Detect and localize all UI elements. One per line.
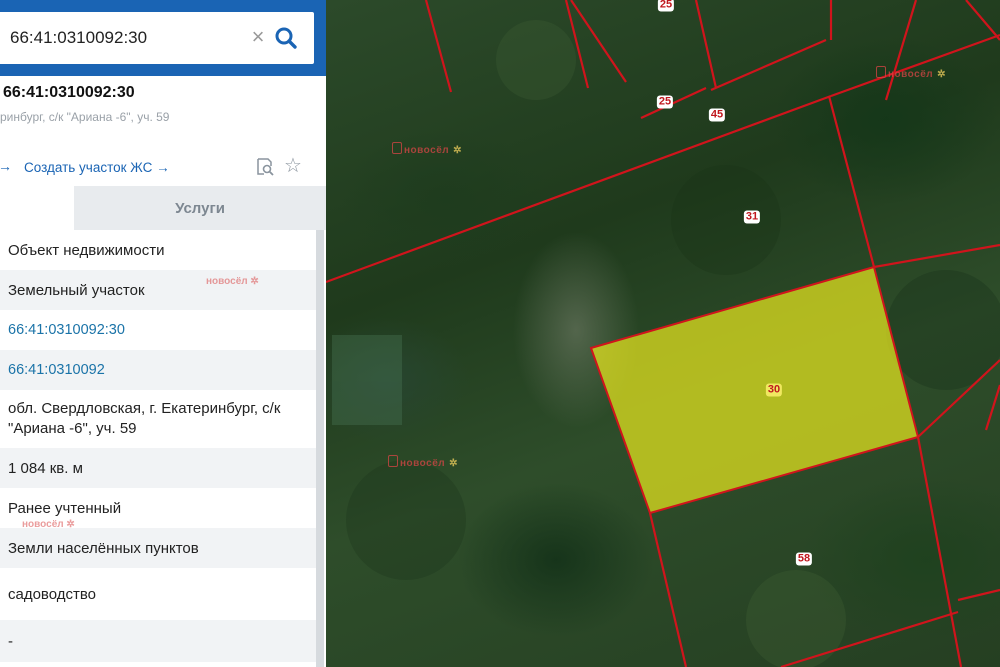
favorite-star-icon[interactable]: ☆ — [284, 155, 302, 177]
scrollbar-thumb[interactable] — [316, 230, 324, 667]
row-land-category: Земли населённых пунктов — [0, 528, 316, 568]
parcel-label: 31 — [743, 210, 761, 224]
search-icon[interactable] — [272, 24, 300, 52]
watermark-logo: новосёл ✲ — [392, 142, 462, 156]
property-list: Объект недвижимости Земельный участок 66… — [0, 230, 316, 662]
scrollbar[interactable] — [316, 230, 324, 667]
object-address: ринбург, с/к "Ариана -6", уч. 59 — [0, 110, 170, 124]
row-cadastral-number[interactable]: 66:41:0310092:30 — [0, 310, 316, 350]
map-view[interactable]: 25 25 45 31 30 58 новосёл ✲ новосёл ✲ ново… — [326, 0, 1000, 667]
parcel-label: 58 — [795, 552, 813, 566]
row-area: 1 084 кв. м — [0, 448, 316, 488]
parcel-label: 25 — [657, 0, 675, 12]
arrow-right-icon[interactable]: → — [0, 158, 12, 174]
info-panel: × ❮ 66:41:0310092:30 ринбург, с/к "Ариан… — [0, 0, 326, 667]
tab-services[interactable]: Услуги — [74, 186, 326, 230]
search-bar: × ❮ — [0, 0, 326, 76]
search-box: × — [0, 12, 314, 64]
row-object-type: Объект недвижимости — [8, 241, 165, 259]
parcel-label: 45 — [708, 108, 726, 122]
row-address: обл. Свердловская, г. Екатеринбург, с/к … — [8, 400, 281, 437]
selected-parcel-label: 30 — [765, 383, 783, 397]
selected-parcel — [589, 265, 920, 515]
row-permitted-use: садоводство — [8, 585, 97, 603]
row-quarter-number[interactable]: 66:41:0310092 — [0, 350, 316, 390]
row-status: Ранее учтенный — [8, 499, 122, 517]
chevron-left-icon[interactable]: ❮ — [322, 25, 326, 49]
action-row: → Создать участок ЖС → ☆ — [0, 154, 326, 182]
row-extra: - — [0, 620, 316, 662]
row-category: Земельный участок — [0, 270, 316, 310]
clear-icon[interactable]: × — [248, 25, 268, 49]
zoom-to-object-icon[interactable] — [255, 157, 275, 177]
search-input[interactable] — [10, 26, 230, 50]
parcel-label: 25 — [656, 95, 674, 109]
watermark-logo: новосёл ✲ — [388, 455, 458, 469]
tab-info[interactable] — [0, 186, 74, 230]
watermark-logo: новосёл ✲ — [876, 66, 946, 80]
create-plot-link[interactable]: Создать участок ЖС → — [24, 160, 170, 175]
tab-bar: Услуги — [0, 186, 326, 230]
object-title: 66:41:0310092:30 — [3, 84, 135, 101]
